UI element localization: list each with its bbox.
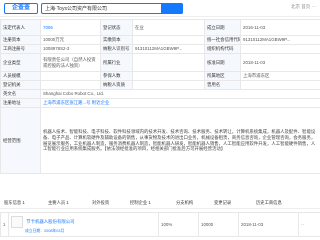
top-bar: 企查查 北京 首页 ···	[0, 0, 320, 17]
share-date: 2018-11-03	[238, 212, 299, 237]
tab-investments[interactable]: 对外投资	[92, 200, 109, 206]
search-box	[41, 3, 183, 14]
section-tabs: 股东信息 1 主要人员 1 对外投资 控制企业 1 分支机构 变更记录 历史工商…	[0, 197, 320, 209]
type-label: 企业类型	[0, 53, 41, 72]
search-button[interactable]	[161, 3, 183, 14]
shareholder-sub: 成立日期：2008年03月	[25, 228, 65, 233]
approve-date-label: 核准日期	[204, 53, 241, 72]
reg-cap-value: 10000万元	[40, 35, 101, 45]
biz-reg-value: 1008978S2-3	[40, 44, 101, 54]
credit-code-label: 统一社会信用代码	[204, 35, 241, 45]
taxpayer-label: 纳税人资质	[100, 80, 133, 90]
legal-rep-label: 法定代表人	[0, 19, 41, 36]
paid-cap-value	[132, 35, 205, 45]
reg-status-label: 登记状态	[100, 19, 133, 36]
authority-label: 登记机关	[0, 80, 41, 90]
company-logo-icon	[11, 215, 23, 228]
industry-value	[132, 53, 205, 72]
tab-changes[interactable]: 变更记录	[214, 200, 231, 206]
scope-label: 经营范围	[0, 107, 41, 174]
tab-key-personnel[interactable]: 主要人员 1	[48, 200, 69, 206]
paid-cap-label: 实缴资本	[100, 35, 133, 45]
tab-history[interactable]: 历史工商信息	[256, 200, 282, 206]
org-code-label: 组织机构代码	[204, 44, 241, 54]
table-row: 1 节卡机器人股份有限公司 成立日期：2008年03月 100% 10000 2…	[0, 212, 320, 237]
english-name-value: Shanghai Cobo Robot Co., Ltd.	[40, 89, 320, 99]
row-index: 1	[0, 212, 9, 237]
site-logo[interactable]: 企查查	[4, 3, 38, 14]
share-amount: 10000	[198, 212, 239, 237]
reg-status-value: 在业	[132, 19, 205, 36]
staff-size-value	[40, 71, 101, 81]
former-name-label: 曾用名	[204, 80, 241, 90]
authority-value	[40, 80, 101, 90]
region-value: 上海市浦东区	[240, 71, 320, 81]
insured-count-label: 参保人数	[100, 71, 133, 81]
est-date-value: 2016-11-03	[240, 19, 320, 36]
staff-size-label: 人员规模	[0, 71, 41, 81]
shareholder-name[interactable]: 节卡机器人股份有限公司	[26, 219, 74, 224]
tab-controlled[interactable]: 控制企业 1	[130, 200, 151, 206]
org-code-value	[240, 44, 320, 54]
legal-rep-value[interactable]: 7006	[40, 19, 101, 36]
credit-code-value: 91310112MA1GBW9P...	[240, 35, 320, 45]
address-label: 注册地址	[0, 98, 41, 108]
insured-count-value	[132, 71, 205, 81]
tab-branches[interactable]: 分支机构	[176, 200, 193, 206]
industry-label: 所属行业	[100, 53, 133, 72]
company-info-grid: 法定代表人 7006 登记状态 在业 成立日期 2016-11-03 注册资本 …	[0, 19, 320, 174]
tab-shareholders[interactable]: 股东信息 1	[4, 200, 25, 206]
search-input[interactable]	[42, 4, 162, 13]
approve-date-value: 2018-11-03	[240, 53, 320, 72]
tax-no-value: 91310112MA1GBW9P...	[132, 44, 205, 54]
reg-cap-label: 注册资本	[0, 35, 41, 45]
share-ratio: 100%	[158, 212, 199, 237]
scope-value: 机器人技术、智能科技、电子科技、软件科技领域内的技术开发、技术咨询、技术服务、技…	[40, 107, 320, 174]
shareholder-cell: 节卡机器人股份有限公司 成立日期：2008年03月	[8, 212, 159, 237]
former-name-value	[240, 80, 320, 90]
tax-no-label: 纳税人识别号	[100, 44, 133, 54]
est-date-label: 成立日期	[204, 19, 241, 36]
address-value[interactable]: 上海市浦东区张江路...号 附近企业	[40, 98, 320, 108]
shareholder-table: 1 节卡机器人股份有限公司 成立日期：2008年03月 100% 10000 2…	[0, 212, 320, 237]
type-value: 有限责任公司（自然人投资或控股的法人独资）	[40, 53, 101, 72]
region-label: 所属地区	[204, 71, 241, 81]
english-name-label: 英文名	[0, 89, 41, 99]
taxpayer-value	[132, 80, 205, 90]
more-icon[interactable]: ··	[298, 212, 320, 237]
top-right-links[interactable]: 北京 首页 ···	[291, 4, 316, 10]
biz-reg-label: 工商注册号	[0, 44, 41, 54]
